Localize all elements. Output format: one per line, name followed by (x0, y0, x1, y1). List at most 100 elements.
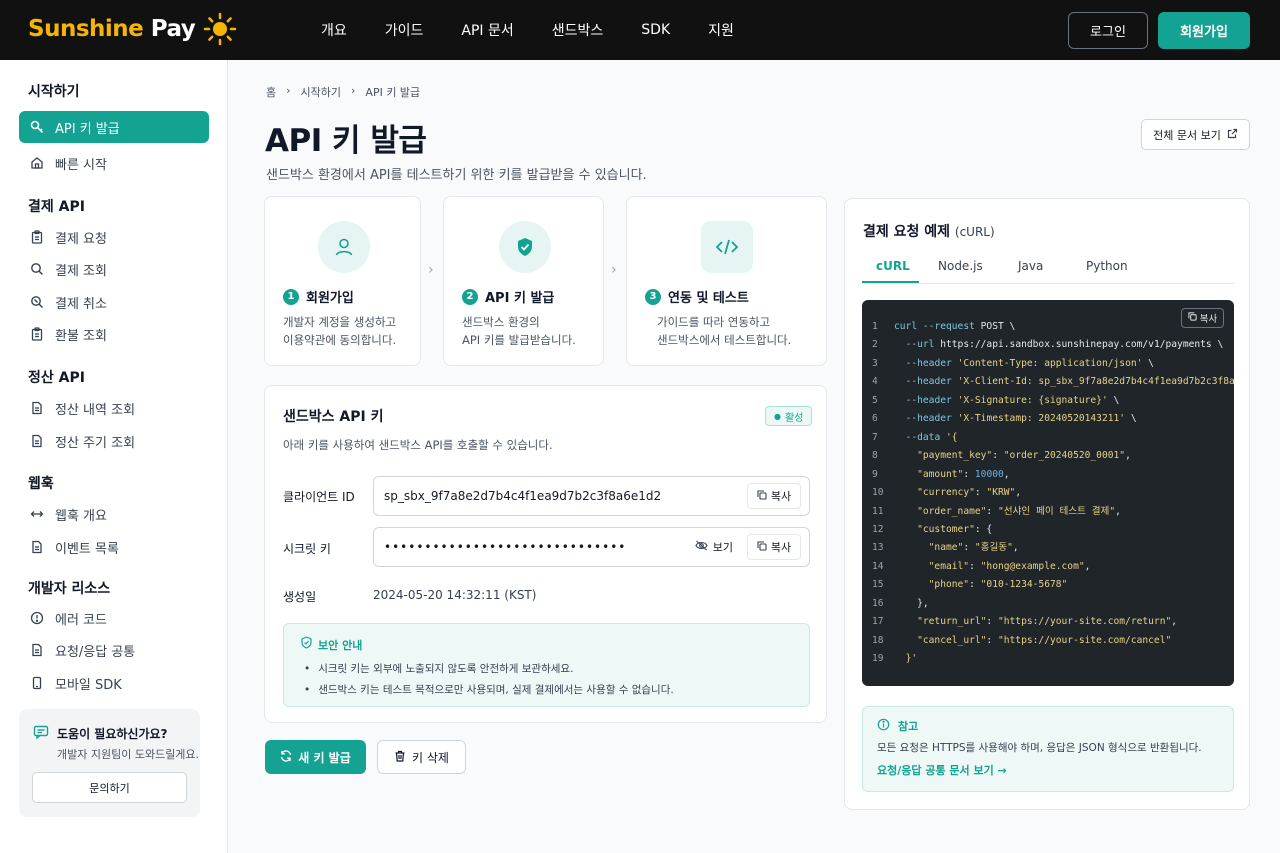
show-secret-button[interactable]: 보기 (695, 534, 733, 560)
common-docs-link[interactable]: 요청/응답 공통 문서 보기 → (877, 762, 1007, 778)
client-id-field[interactable]: sp_sbx_9f7a8e2d7b4c4f1ea9d7b2c3f8a6e1d2 … (373, 476, 810, 516)
step-card-api-key: 2 API 키 발급 샌드박스 환경의 API 키를 발급받습니다. (443, 196, 604, 366)
step-desc-line: API 키를 발급받습니다. (462, 333, 576, 347)
security-notice-title: 보안 안내 (318, 639, 363, 652)
copy-secret-button[interactable]: 복사 (747, 534, 801, 560)
info-icon (877, 718, 890, 735)
notice-item: 샌드박스 키는 테스트 목적으로만 사용되며, 실제 결제에서는 사용할 수 없… (304, 680, 674, 701)
phone-icon (29, 675, 45, 691)
signup-button[interactable]: 회원가입 (1158, 12, 1250, 49)
step-title: 3 연동 및 테스트 (645, 287, 749, 306)
info-icon (29, 610, 45, 626)
copy-icon (757, 540, 767, 554)
reference-description: 모든 요청은 HTTPS를 사용해야 하며, 응답은 JSON 형식으로 반환됩… (877, 742, 1202, 754)
step-description: 샌드박스 환경의 API 키를 발급받습니다. (462, 313, 576, 349)
sidebar-item-label: 에러 코드 (55, 612, 107, 628)
sidebar-item-mobile-sdk[interactable]: 모바일 SDK (19, 667, 209, 699)
chevron-right-icon: › (351, 84, 356, 97)
top-navbar: Sunshine Pay 개요 가이드 API 문서 샌드박스 SDK 지원 로… (0, 0, 1280, 60)
language-tabs: cURL Node.js Java Python (862, 249, 1234, 284)
trash-icon (394, 750, 406, 765)
search-icon (29, 261, 45, 277)
document-icon (29, 642, 45, 658)
sidebar-item-payment-cancel[interactable]: 결제 취소 (19, 286, 209, 318)
delete-key-button[interactable]: 키 삭제 (377, 740, 466, 774)
code-block[interactable]: 복사 1 curl --request POST \ 2 --url https:… (862, 300, 1234, 686)
tab-java[interactable]: Java (1018, 259, 1043, 273)
logo[interactable]: Sunshine Pay (28, 12, 237, 46)
sidebar-item-payment-request[interactable]: 결제 요청 (19, 221, 209, 253)
nav-sandbox[interactable]: 샌드박스 (533, 20, 623, 40)
code-example-panel: 결제 요청 예제 (cURL) cURL Node.js Java Python… (844, 198, 1250, 810)
sidebar-item-settlement-cycle[interactable]: 정산 주기 조회 (19, 425, 209, 457)
document-icon (29, 433, 45, 449)
sidebar-item-refund-lookup[interactable]: 환불 조회 (19, 318, 209, 350)
step-desc-line: 샌드박스 환경의 (462, 315, 540, 329)
sidebar-section-getting-started: 시작하기 (28, 84, 80, 100)
step-number: 1 (283, 288, 299, 305)
arrows-icon (29, 506, 45, 522)
code-panel-title: 결제 요청 예제 (cURL) (863, 221, 995, 241)
sidebar-item-settlement-history[interactable]: 정산 내역 조회 (19, 392, 209, 424)
breadcrumb: 홈 › 시작하기 › API 키 발급 (266, 84, 420, 100)
sidebar-item-payment-lookup[interactable]: 결제 조회 (19, 253, 209, 285)
page-description: 샌드박스 환경에서 API를 테스트하기 위한 키를 발급받을 수 있습니다. (266, 168, 647, 183)
nav-api-docs[interactable]: API 문서 (442, 20, 532, 40)
step-description: 가이드를 따라 연동하고 샌드박스에서 테스트합니다. (657, 313, 791, 349)
copy-label: 복사 (770, 541, 792, 554)
full-docs-button[interactable]: 전체 문서 보기 (1141, 119, 1250, 150)
chevron-right-icon: › (286, 84, 291, 97)
help-subtitle: 개발자 지원팀이 도와드릴게요. (57, 748, 200, 761)
tab-curl[interactable]: cURL (876, 259, 910, 273)
sidebar-item-label: 결제 취소 (55, 296, 107, 312)
chevron-right-icon: › (611, 262, 617, 278)
tab-nodejs[interactable]: Node.js (938, 259, 983, 273)
sidebar-item-label: 정산 내역 조회 (55, 402, 136, 418)
sidebar-section-settlement-api: 정산 API (28, 370, 85, 386)
breadcrumb-getting-started[interactable]: 시작하기 (301, 84, 341, 100)
nav-sdk[interactable]: SDK (622, 22, 689, 38)
sidebar-item-label: 환불 조회 (55, 328, 107, 344)
sidebar-item-common-req-res[interactable]: 요청/응답 공통 (19, 634, 209, 666)
sidebar-item-webhook-overview[interactable]: 웹훅 개요 (19, 498, 209, 530)
logo-main: Sunshine (28, 16, 144, 42)
shield-icon (300, 636, 313, 653)
sidebar-item-api-key[interactable]: API 키 발급 (19, 111, 209, 143)
notice-item: 시크릿 키는 외부에 노출되지 않도록 안전하게 보관하세요. (304, 659, 674, 680)
cancel-search-icon (29, 294, 45, 310)
chevron-right-icon: › (428, 262, 434, 278)
secret-key-field[interactable]: •••••••••••••••••••••••••••••• 보기 복사 (373, 527, 810, 567)
login-button[interactable]: 로그인 (1068, 12, 1148, 49)
code-panel-title-suffix: (cURL) (954, 225, 995, 239)
copy-client-id-button[interactable]: 복사 (747, 483, 801, 509)
sidebar-section-webhook: 웹훅 (28, 476, 54, 492)
copy-icon (757, 489, 767, 503)
step-card-signup: 1 회원가입 개발자 계정을 생성하고 이용약관에 동의합니다. (264, 196, 421, 366)
sidebar-item-label: API 키 발급 (55, 121, 120, 137)
sidebar-item-label: 요청/응답 공통 (55, 644, 136, 660)
status-badge-label: 활성 (784, 412, 804, 424)
delete-key-label: 키 삭제 (412, 750, 449, 765)
sidebar-section-payment-api: 결제 API (28, 199, 85, 215)
nav-support[interactable]: 지원 (689, 20, 753, 40)
security-notice: 보안 안내 시크릿 키는 외부에 노출되지 않도록 안전하게 보관하세요. 샌드… (283, 623, 810, 707)
code-icon (701, 221, 753, 273)
sidebar-item-error-codes[interactable]: 에러 코드 (19, 602, 209, 634)
step-title-text: 연동 및 테스트 (668, 291, 749, 306)
code-panel-title-main: 결제 요청 예제 (863, 224, 951, 240)
contact-button[interactable]: 문의하기 (32, 772, 187, 803)
active-tab-indicator (862, 281, 919, 283)
nav-overview[interactable]: 개요 (302, 20, 366, 40)
tab-python[interactable]: Python (1086, 259, 1128, 273)
step-desc-line: 개발자 계정을 생성하고 (283, 315, 397, 329)
home-icon (29, 155, 45, 171)
new-key-button[interactable]: 새 키 발급 (265, 740, 366, 774)
eye-off-icon (695, 540, 708, 554)
reference-title: 참고 (898, 720, 919, 733)
sidebar-item-event-list[interactable]: 이벤트 목록 (19, 531, 209, 563)
created-label: 생성일 (283, 590, 317, 604)
nav-guide[interactable]: 가이드 (366, 20, 443, 40)
page-title: API 키 발급 (265, 123, 427, 159)
sidebar-item-quick-start[interactable]: 빠른 시작 (19, 147, 209, 179)
breadcrumb-home[interactable]: 홈 (266, 84, 276, 100)
